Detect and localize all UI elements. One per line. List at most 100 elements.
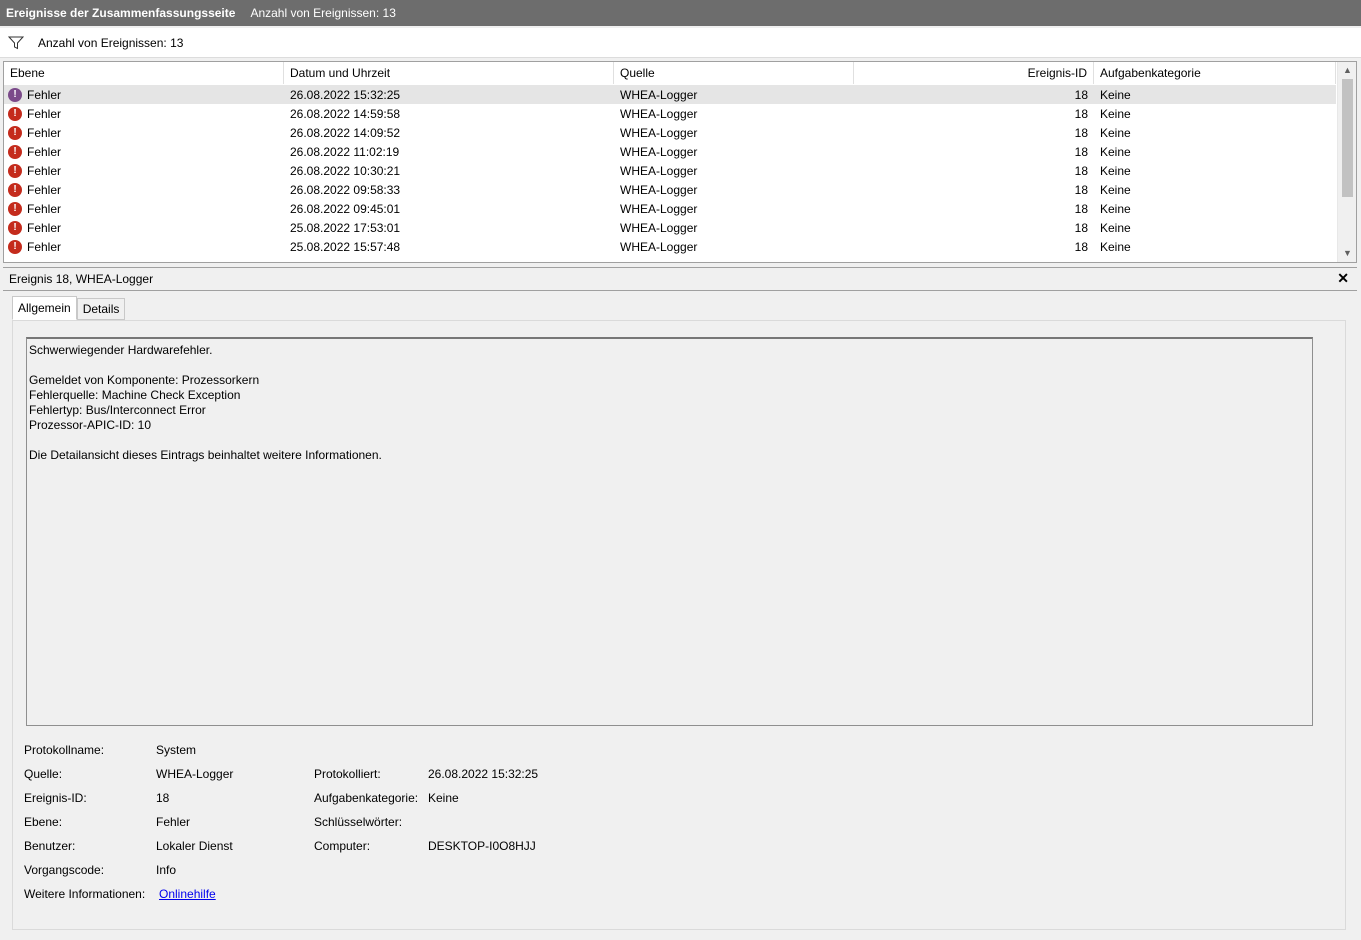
tab-general[interactable]: Allgemein: [12, 296, 77, 320]
description-line: [29, 358, 1310, 373]
row-level: ! Fehler: [4, 220, 284, 235]
table-row[interactable]: ! Fehler 26.08.2022 11:02:19 WHEA-Logger 18 K…: [4, 142, 1336, 161]
user-label: Benutzer:: [24, 839, 76, 853]
table-row[interactable]: ! Fehler 26.08.2022 10:30:21 WHEA-Logger 18 K…: [4, 161, 1336, 180]
level-label: Ebene:: [24, 815, 63, 829]
row-category: Keine: [1100, 125, 1131, 140]
row-level-label: Fehler: [27, 125, 62, 140]
row-category: Keine: [1100, 163, 1131, 178]
event-list[interactable]: Ebene Datum und Uhrzeit Quelle Ereignis-…: [3, 61, 1357, 263]
row-event-id: 18: [1074, 87, 1088, 102]
row-event-id: 18: [1074, 201, 1088, 216]
tab-details[interactable]: Details: [76, 298, 126, 320]
row-level-label: Fehler: [27, 201, 62, 216]
event-list-header: Ebene Datum und Uhrzeit Quelle Ereignis-…: [4, 62, 1336, 84]
table-row[interactable]: ! Fehler 26.08.2022 09:58:33 WHEA-Logger 18 K…: [4, 180, 1336, 199]
event-properties: Protokollname: System Quelle: WHEA-Logge…: [24, 741, 724, 909]
row-datetime: 26.08.2022 09:58:33: [290, 182, 401, 197]
column-header-category[interactable]: Aufgabenkategorie: [1094, 62, 1336, 84]
error-icon: !: [8, 163, 22, 178]
row-level: ! Fehler: [4, 163, 284, 178]
event-id-label: Ereignis-ID:: [24, 791, 87, 805]
table-row[interactable]: ! Fehler 26.08.2022 14:59:58 WHEA-Logger 18 K…: [4, 104, 1336, 123]
row-category: Keine: [1100, 220, 1131, 235]
column-header-level[interactable]: Ebene: [4, 62, 284, 84]
logged-value: 26.08.2022 15:32:25: [428, 767, 539, 781]
row-source: WHEA-Logger: [620, 163, 698, 178]
event-list-scrollbar[interactable]: ▲ ▼: [1337, 62, 1356, 262]
detail-title: Ereignis 18, WHEA-Logger: [9, 272, 154, 286]
online-help-link[interactable]: Onlinehilfe: [159, 887, 216, 901]
row-category: Keine: [1100, 201, 1131, 216]
description-line: Fehlerquelle: Machine Check Exception: [29, 388, 241, 402]
row-datetime: 26.08.2022 11:02:19: [290, 144, 400, 159]
detail-tabs: Allgemein Details: [12, 296, 126, 320]
row-category: Keine: [1100, 87, 1131, 102]
row-event-id: 18: [1074, 220, 1088, 235]
row-level-label: Fehler: [27, 163, 62, 178]
description-line: Schwerwiegender Hardwarefehler.: [29, 343, 213, 357]
row-datetime: 26.08.2022 14:59:58: [290, 106, 401, 121]
row-level-label: Fehler: [27, 220, 62, 235]
description-line: [29, 433, 1310, 448]
column-header-source[interactable]: Quelle: [614, 62, 854, 84]
scroll-up-icon[interactable]: ▲: [1338, 62, 1356, 79]
row-event-id: 18: [1074, 239, 1088, 254]
row-level-label: Fehler: [27, 87, 62, 102]
row-source: WHEA-Logger: [620, 182, 698, 197]
row-category: Keine: [1100, 106, 1131, 121]
category-value: Keine: [428, 791, 459, 805]
keywords-label: Schlüsselwörter:: [314, 815, 403, 829]
event-list-body: ! Fehler 26.08.2022 15:32:25 WHEA-Logger 18 K…: [4, 85, 1336, 256]
source-value: WHEA-Logger: [156, 767, 234, 781]
row-datetime: 25.08.2022 15:57:48: [290, 239, 401, 254]
scroll-down-icon[interactable]: ▼: [1338, 245, 1356, 262]
log-name-label: Protokollname:: [24, 743, 105, 757]
error-icon: !: [8, 220, 22, 235]
row-level: ! Fehler: [4, 106, 284, 121]
category-label: Aufgabenkategorie:: [314, 791, 419, 805]
row-category: Keine: [1100, 239, 1131, 254]
table-row[interactable]: ! Fehler 26.08.2022 14:09:52 WHEA-Logger 18 K…: [4, 123, 1336, 142]
table-row[interactable]: ! Fehler 26.08.2022 15:32:25 WHEA-Logger 18 K…: [4, 85, 1336, 104]
scroll-thumb[interactable]: [1342, 79, 1353, 197]
filter-bar: Anzahl von Ereignissen: 13: [0, 28, 1361, 58]
table-row[interactable]: ! Fehler 26.08.2022 09:45:01 WHEA-Logger 18 K…: [4, 199, 1336, 218]
source-label: Quelle:: [24, 767, 63, 781]
detail-header: Ereignis 18, WHEA-Logger ✕: [3, 267, 1357, 291]
opcode-value: Info: [156, 863, 177, 877]
row-event-id: 18: [1074, 144, 1088, 159]
row-source: WHEA-Logger: [620, 220, 698, 235]
row-datetime: 25.08.2022 17:53:01: [290, 220, 401, 235]
user-value: Lokaler Dienst: [156, 839, 233, 853]
row-datetime: 26.08.2022 09:45:01: [290, 201, 401, 216]
description-line: Die Detailansicht dieses Eintrags beinha…: [29, 448, 382, 462]
close-icon[interactable]: ✕: [1337, 270, 1349, 287]
summary-event-count: Anzahl von Ereignissen: 13: [250, 6, 396, 20]
row-level: ! Fehler: [4, 201, 284, 216]
event-description[interactable]: Schwerwiegender Hardwarefehler. Gemeldet…: [26, 337, 1313, 726]
row-level: ! Fehler: [4, 239, 284, 254]
column-header-event-id[interactable]: Ereignis-ID: [854, 62, 1094, 84]
table-row[interactable]: ! Fehler 25.08.2022 15:57:48 WHEA-Logger 18 K…: [4, 237, 1336, 256]
row-event-id: 18: [1074, 106, 1088, 121]
row-level: ! Fehler: [4, 125, 284, 140]
table-row[interactable]: ! Fehler 25.08.2022 17:53:01 WHEA-Logger 18 K…: [4, 218, 1336, 237]
row-source: WHEA-Logger: [620, 201, 698, 216]
logged-label: Protokolliert:: [314, 767, 381, 781]
row-category: Keine: [1100, 144, 1131, 159]
opcode-label: Vorgangscode:: [24, 863, 105, 877]
level-value: Fehler: [156, 815, 191, 829]
row-event-id: 18: [1074, 163, 1088, 178]
description-line: Gemeldet von Komponente: Prozessorkern: [29, 373, 260, 387]
column-header-datetime[interactable]: Datum und Uhrzeit: [284, 62, 614, 84]
computer-label: Computer:: [314, 839, 371, 853]
row-datetime: 26.08.2022 14:09:52: [290, 125, 401, 140]
description-line: Prozessor-APIC-ID: 10: [29, 418, 152, 432]
summary-titlebar: Ereignisse der Zusammenfassungsseite Anz…: [0, 0, 1361, 26]
filter-icon[interactable]: [8, 36, 24, 50]
description-line: Fehlertyp: Bus/Interconnect Error: [29, 403, 206, 417]
row-event-id: 18: [1074, 182, 1088, 197]
row-source: WHEA-Logger: [620, 239, 698, 254]
summary-title: Ereignisse der Zusammenfassungsseite: [6, 6, 236, 20]
